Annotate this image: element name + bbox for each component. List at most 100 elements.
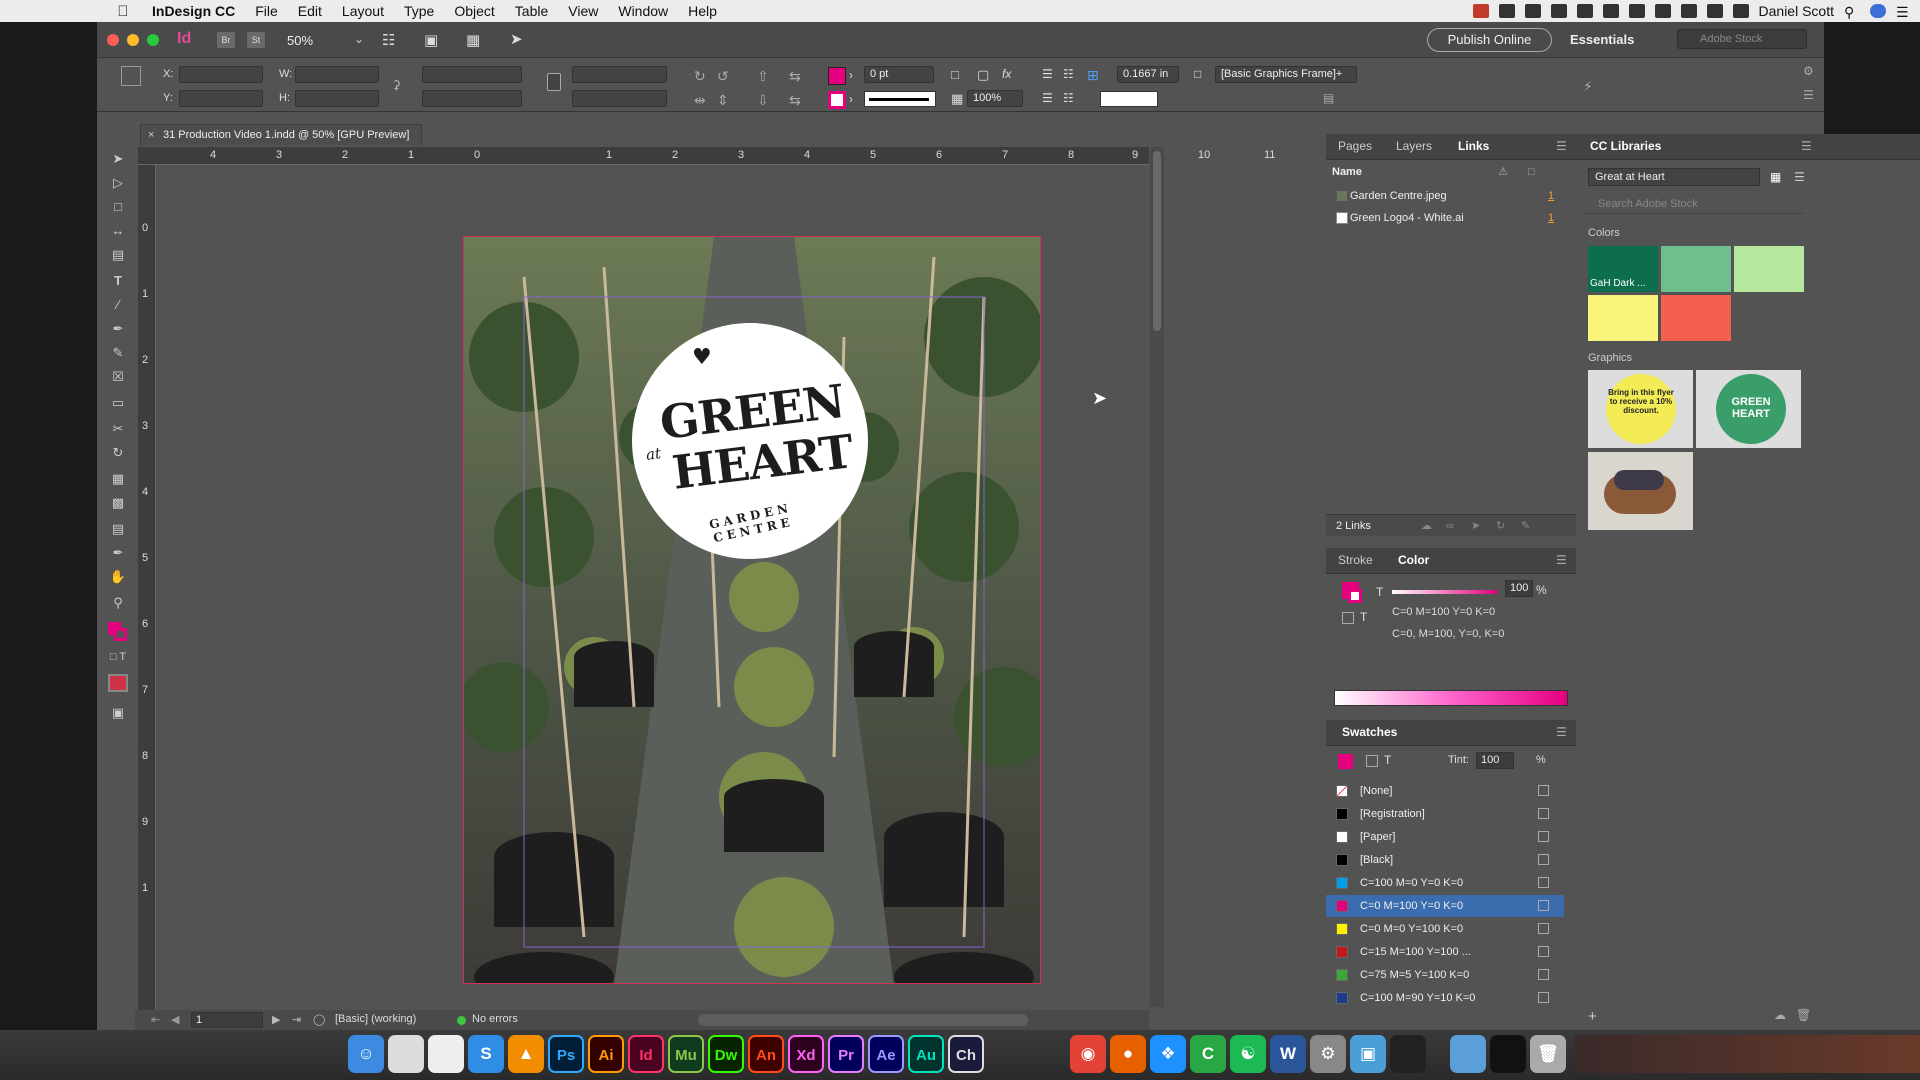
drop-shadow-icon[interactable]: □ bbox=[951, 67, 959, 82]
menu-view[interactable]: View bbox=[558, 3, 608, 19]
pen-tool-icon[interactable]: ✒ bbox=[108, 320, 128, 338]
airplay-icon[interactable] bbox=[1680, 4, 1697, 18]
swatch-row[interactable]: C=75 M=5 Y=100 K=0 bbox=[1326, 964, 1564, 986]
add-content-icon[interactable]: + bbox=[1588, 1008, 1597, 1025]
dock-app-icon[interactable]: Ch bbox=[948, 1035, 984, 1073]
vertical-scroll-thumb[interactable] bbox=[1153, 151, 1161, 331]
flip-horizontal-icon[interactable]: ⇆ bbox=[789, 68, 801, 85]
bluetooth-icon[interactable] bbox=[1628, 4, 1645, 18]
quick-apply-icon[interactable]: ⚡ bbox=[1583, 78, 1593, 95]
minimize-window-button[interactable] bbox=[127, 34, 139, 46]
dock-app-icon[interactable]: Id bbox=[628, 1035, 664, 1073]
swatch-row[interactable]: [Registration] bbox=[1326, 803, 1564, 825]
rotate-cw-icon[interactable]: ↻ bbox=[694, 68, 706, 85]
text-wrap-icon[interactable]: ☰ bbox=[1042, 67, 1053, 81]
dropbox-icon[interactable] bbox=[1498, 4, 1515, 18]
constrain-proportions-icon[interactable]: ⚳ bbox=[392, 78, 401, 92]
hand-tool-icon[interactable]: ✋ bbox=[108, 568, 128, 586]
swatch-fill-icon[interactable] bbox=[1338, 754, 1353, 769]
fill-swatch[interactable] bbox=[828, 67, 846, 85]
gap-tool-icon[interactable]: ↔ bbox=[108, 222, 128, 240]
menu-file[interactable]: File bbox=[245, 3, 288, 19]
color-stroke-icon[interactable] bbox=[1348, 589, 1362, 603]
menu-type[interactable]: Type bbox=[394, 3, 444, 19]
close-window-button[interactable] bbox=[107, 34, 119, 46]
panel-menu-icon[interactable]: ☰ bbox=[1556, 139, 1567, 153]
scale-x-field[interactable] bbox=[422, 66, 522, 83]
stock-button[interactable]: St bbox=[247, 32, 265, 48]
skype-icon[interactable]: S bbox=[468, 1035, 504, 1073]
note-tool-icon[interactable]: ▤ bbox=[108, 520, 128, 538]
formatting-container-icon[interactable] bbox=[1342, 612, 1354, 624]
formatting-text-icon[interactable]: T bbox=[1360, 610, 1367, 624]
scale-y-field[interactable] bbox=[422, 90, 522, 107]
pasteboard[interactable]: ♥ GREEN at HEART GARDEN CENTRE ➤ bbox=[157, 166, 1149, 1031]
swatch-container-icon[interactable] bbox=[1366, 755, 1378, 767]
next-page-icon[interactable]: ▶ bbox=[272, 1013, 280, 1026]
chevron-down-icon[interactable]: ⌄ bbox=[354, 32, 364, 46]
link-row[interactable]: Green Logo4 - White.ai 1 bbox=[1326, 207, 1596, 229]
corner-offset-field[interactable]: 0.1667 in bbox=[1117, 66, 1179, 83]
library-graphic-promo[interactable]: Bring in this flyer to receive a 10% dis… bbox=[1588, 370, 1693, 448]
h-field[interactable] bbox=[295, 90, 379, 107]
notes-icon[interactable] bbox=[428, 1035, 464, 1073]
select-next-icon[interactable]: ⇆ bbox=[789, 92, 801, 109]
dock-app-icon[interactable]: Ps bbox=[548, 1035, 584, 1073]
fill-menu-icon[interactable]: › bbox=[849, 68, 853, 82]
screen-mode-icon[interactable]: ▣ bbox=[424, 31, 438, 49]
chrome-icon[interactable]: ◉ bbox=[1070, 1035, 1106, 1073]
constrain-scale-icon[interactable] bbox=[547, 73, 561, 91]
go-to-link-icon[interactable]: ➤ bbox=[1471, 515, 1480, 537]
zoom-window-button[interactable] bbox=[147, 34, 159, 46]
menu-window[interactable]: Window bbox=[608, 3, 678, 19]
swatch-row[interactable]: C=15 M=100 Y=100 ... bbox=[1326, 941, 1564, 963]
fitting-icon[interactable]: ⊞ bbox=[1087, 67, 1099, 84]
tint-slider[interactable] bbox=[1392, 590, 1497, 594]
swatch-text-icon[interactable]: T bbox=[1384, 753, 1391, 767]
spotify-icon[interactable]: ☯ bbox=[1230, 1035, 1266, 1073]
content-collector-icon[interactable]: ▤ bbox=[108, 246, 128, 264]
display-icon[interactable] bbox=[1524, 4, 1541, 18]
distribute-icon[interactable]: ☷ bbox=[1063, 91, 1074, 105]
object-style-menu[interactable]: [Basic Graphics Frame]+ bbox=[1215, 66, 1357, 83]
tint-field[interactable]: 100 bbox=[1505, 580, 1533, 597]
creative-cloud-icon[interactable] bbox=[1550, 4, 1567, 18]
rotate-ccw-icon[interactable]: ↺ bbox=[717, 68, 729, 85]
horizontal-scroll-thumb[interactable] bbox=[698, 1014, 1028, 1026]
stroke-type-menu[interactable] bbox=[864, 91, 936, 107]
view-options-icon[interactable]: ☷ bbox=[382, 31, 395, 49]
y-field[interactable] bbox=[179, 90, 263, 107]
stroke-color-icon[interactable] bbox=[114, 628, 127, 641]
flip-icon[interactable]: ⇹ bbox=[694, 92, 706, 109]
swatches-title[interactable]: Swatches bbox=[1342, 725, 1397, 739]
c-app-icon[interactable]: C bbox=[1190, 1035, 1226, 1073]
corner-shape-menu[interactable] bbox=[1100, 91, 1158, 107]
library-selector[interactable]: Great at Heart bbox=[1588, 168, 1760, 186]
firefox-icon[interactable]: ● bbox=[1110, 1035, 1146, 1073]
page-tool-icon[interactable]: □ bbox=[108, 198, 128, 216]
library-color-swatch[interactable] bbox=[1734, 246, 1804, 292]
dock-app-icon[interactable]: Ai bbox=[588, 1035, 624, 1073]
stroke-weight-field[interactable]: 0 pt bbox=[864, 66, 934, 83]
fx-icon[interactable]: fx bbox=[1002, 67, 1011, 81]
gradient-feather-tool-icon[interactable]: ▩ bbox=[108, 494, 128, 512]
page-number-field[interactable]: 1 bbox=[191, 1012, 263, 1028]
grid-view-icon[interactable]: ▦ bbox=[1770, 170, 1781, 184]
preflight-errors[interactable]: No errors bbox=[472, 1013, 518, 1025]
stroke-menu-icon[interactable]: › bbox=[849, 92, 853, 106]
zoom-level[interactable]: 50% bbox=[287, 33, 313, 48]
menu-help[interactable]: Help bbox=[678, 3, 727, 19]
downloads-folder-icon[interactable] bbox=[1450, 1035, 1486, 1073]
panel-menu-icon[interactable]: ☰ bbox=[1556, 725, 1567, 739]
app-grid-icon[interactable] bbox=[1576, 4, 1593, 18]
last-page-icon[interactable]: ⇥ bbox=[292, 1013, 301, 1026]
menu-table[interactable]: Table bbox=[505, 3, 558, 19]
rectangle-tool-icon[interactable]: ▭ bbox=[108, 394, 128, 412]
dock-app-icon[interactable]: Mu bbox=[668, 1035, 704, 1073]
document-page[interactable]: ♥ GREEN at HEART GARDEN CENTRE bbox=[463, 236, 1041, 984]
swatch-row[interactable]: C=0 M=0 Y=100 K=0 bbox=[1326, 918, 1564, 940]
swatch-row[interactable]: C=100 M=0 Y=0 K=0 bbox=[1326, 872, 1564, 894]
links-name-header[interactable]: Name ⚠ □ bbox=[1326, 162, 1596, 182]
vlc-icon[interactable]: ▲ bbox=[508, 1035, 544, 1073]
preflight-profile[interactable]: [Basic] (working) bbox=[335, 1013, 416, 1025]
